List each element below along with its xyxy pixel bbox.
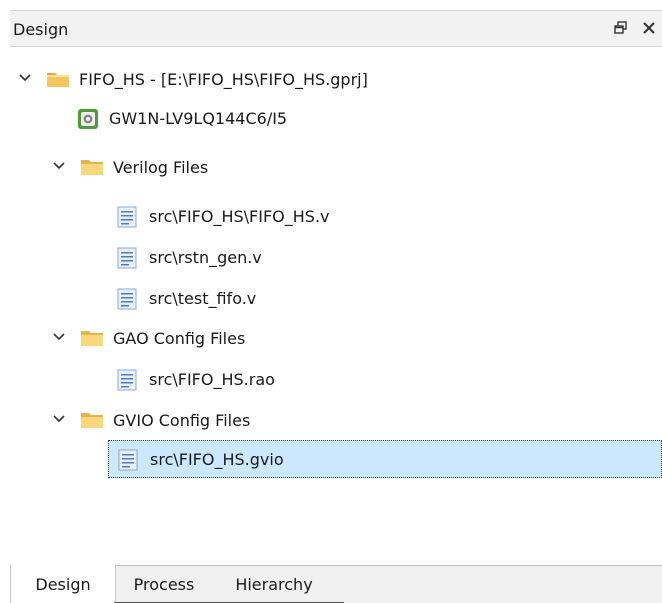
tree-item-file[interactable]: src\FIFO_HS.rao: [116, 363, 275, 395]
panel-tab-bar: Design Process Hierarchy: [10, 565, 662, 603]
file-icon: [116, 288, 140, 310]
panel-title-bar: Design: [10, 10, 662, 47]
tree-item-device[interactable]: GW1N-LV9LQ144C6/I5: [76, 102, 287, 134]
tab-hierarchy[interactable]: Hierarchy: [214, 566, 334, 602]
tab-process[interactable]: Process: [116, 566, 212, 602]
folder-icon: [80, 328, 104, 348]
chevron-down-icon[interactable]: [52, 158, 66, 172]
file-label: src\FIFO_HS.rao: [149, 369, 275, 389]
tree-item-file-selected[interactable]: src\FIFO_HS.gvio: [108, 440, 662, 478]
file-icon: [116, 369, 140, 391]
file-label: src\FIFO_HS\FIFO_HS.v: [149, 206, 330, 226]
file-label: src\rstn_gen.v: [149, 247, 262, 267]
tree-item-file[interactable]: src\rstn_gen.v: [116, 241, 262, 273]
design-panel: Design FIFO_HS - [E:\FIFO_HS\FIFO_HS.gpr…: [10, 10, 662, 603]
group-label: Verilog Files: [113, 157, 209, 177]
project-folder-icon: [46, 69, 70, 89]
panel-title: Design: [13, 20, 69, 39]
project-label: FIFO_HS - [E:\FIFO_HS\FIFO_HS.gprj]: [79, 69, 368, 89]
file-label: src\FIFO_HS.gvio: [150, 449, 284, 469]
tree-item-file[interactable]: src\FIFO_HS\FIFO_HS.v: [116, 200, 330, 232]
group-label: GAO Config Files: [113, 328, 246, 348]
tab-design[interactable]: Design: [10, 565, 116, 603]
chevron-down-icon[interactable]: [52, 329, 66, 343]
group-label: GVIO Config Files: [113, 410, 251, 430]
file-label: src\test_fifo.v: [149, 288, 257, 308]
tree-item-verilog-files[interactable]: Verilog Files: [80, 151, 208, 183]
design-tree[interactable]: FIFO_HS - [E:\FIFO_HS\FIFO_HS.gprj] GW1N…: [10, 47, 662, 565]
folder-icon: [80, 157, 104, 177]
file-icon: [116, 206, 140, 228]
restore-window-icon[interactable]: [612, 19, 630, 37]
file-icon: [117, 449, 141, 471]
chevron-down-icon[interactable]: [52, 411, 66, 425]
tree-item-gvio-config-files[interactable]: GVIO Config Files: [80, 404, 250, 436]
file-icon: [116, 247, 140, 269]
close-icon[interactable]: [640, 19, 658, 37]
tree-item-file[interactable]: src\test_fifo.v: [116, 282, 256, 314]
folder-icon: [80, 410, 104, 430]
device-label: GW1N-LV9LQ144C6/I5: [109, 108, 288, 128]
chevron-down-icon[interactable]: [18, 70, 32, 84]
tree-item-project[interactable]: FIFO_HS - [E:\FIFO_HS\FIFO_HS.gprj]: [46, 63, 368, 95]
chip-icon: [76, 108, 100, 129]
tree-item-gao-config-files[interactable]: GAO Config Files: [80, 322, 245, 354]
